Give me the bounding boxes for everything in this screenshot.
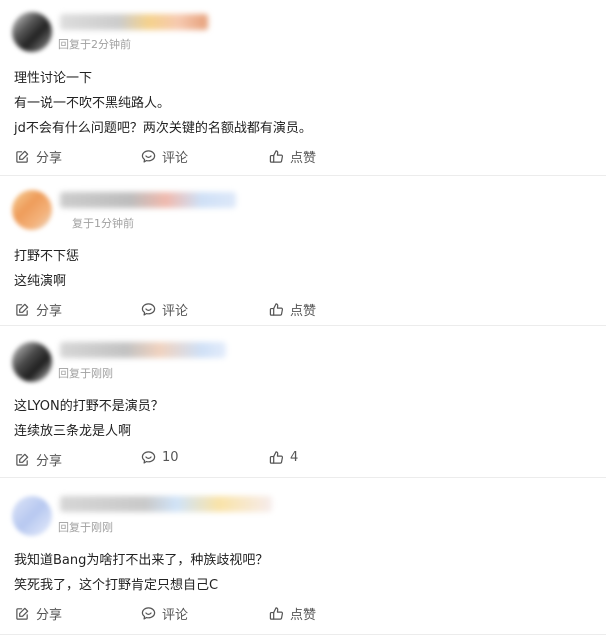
thumbs-up-icon <box>269 303 284 316</box>
comment-item: 回复于2分钟前 理性讨论一下 有一说一不吹不黑纯路人。 jd不会有什么问题吧？两… <box>0 0 606 176</box>
comment-item: 回复于刚刚 我知道Bang为啥打不出来了，种族歧视吧？ 笑死我了，这个打野肯定只… <box>0 478 606 635</box>
share-button[interactable]: 分享 <box>15 604 62 623</box>
comment-bubble-icon <box>141 150 156 163</box>
comment-bubble-icon <box>141 607 156 620</box>
comment-line: 打野不下惩 <box>14 249 80 264</box>
comment-count: 10 <box>162 450 179 465</box>
comment-line: 我知道Bang为啥打不出来了，种族歧视吧？ <box>14 553 269 568</box>
comment-line: 连续放三条龙是人啊 <box>14 424 132 439</box>
like-button[interactable]: 点赞 <box>269 604 316 623</box>
reply-timestamp: 回复于2分钟前 <box>58 38 131 51</box>
share-edit-icon <box>16 607 29 620</box>
avatar[interactable] <box>12 190 52 230</box>
reply-timestamp: 回复于刚刚 <box>58 367 113 380</box>
share-edit-icon <box>16 303 29 316</box>
reply-timestamp: 回复于刚刚 <box>58 521 113 534</box>
comment-line: 这纯演啊 <box>14 274 67 289</box>
comment-line: 理性讨论一下 <box>14 71 93 86</box>
username-blurred[interactable] <box>60 14 208 30</box>
comment-actions: 分享 评论 点赞 <box>12 147 596 167</box>
comment-header: 回复于2分钟前 <box>12 0 596 66</box>
comment-bubble-icon <box>141 451 156 464</box>
like-label: 点赞 <box>290 151 317 166</box>
share-button[interactable]: 分享 <box>15 450 62 469</box>
comment-bubble-icon <box>141 303 156 316</box>
like-label: 点赞 <box>290 608 317 623</box>
username-blurred[interactable] <box>60 342 226 358</box>
comment-item: 复于1分钟前 打野不下惩 这纯演啊 分享 评论 点赞 <box>0 176 606 326</box>
comment-body: 我知道Bang为啥打不出来了，种族歧视吧？ 笑死我了，这个打野肯定只想自己C <box>12 548 596 598</box>
avatar[interactable] <box>12 342 52 382</box>
thumbs-up-icon <box>269 451 284 464</box>
like-label: 点赞 <box>290 304 317 319</box>
share-edit-icon <box>16 150 29 163</box>
username-blurred[interactable] <box>60 496 272 512</box>
reply-timestamp: 复于1分钟前 <box>72 217 134 230</box>
comment-label: 评论 <box>162 304 189 319</box>
share-button[interactable]: 分享 <box>15 300 62 319</box>
comment-line: 有一说一不吹不黑纯路人。 <box>14 96 171 111</box>
comment-actions: 分享 评论 点赞 <box>12 300 596 320</box>
comment-line: 这LYON的打野不是演员？ <box>14 399 164 414</box>
share-label: 分享 <box>36 151 63 166</box>
comment-button[interactable]: 评论 <box>141 604 188 623</box>
share-label: 分享 <box>36 304 63 319</box>
comment-body: 理性讨论一下 有一说一不吹不黑纯路人。 jd不会有什么问题吧？两次关键的名额战都… <box>12 66 596 141</box>
comment-actions: 分享 评论 点赞 <box>12 604 596 624</box>
share-edit-icon <box>16 453 29 466</box>
thumbs-up-icon <box>269 607 284 620</box>
username-blurred[interactable] <box>60 192 236 208</box>
comment-button[interactable]: 评论 <box>141 147 188 166</box>
comment-feed: 回复于2分钟前 理性讨论一下 有一说一不吹不黑纯路人。 jd不会有什么问题吧？两… <box>0 0 606 635</box>
thumbs-up-icon <box>269 150 284 163</box>
comment-line: jd不会有什么问题吧？两次关键的名额战都有演员。 <box>14 121 312 136</box>
comment-header: 复于1分钟前 <box>12 176 596 244</box>
like-count: 4 <box>290 450 299 465</box>
comment-label: 评论 <box>162 151 189 166</box>
share-label: 分享 <box>36 454 63 469</box>
comment-button[interactable]: 评论 <box>141 300 188 319</box>
comment-body: 这LYON的打野不是演员？ 连续放三条龙是人啊 <box>12 394 596 444</box>
share-label: 分享 <box>36 608 63 623</box>
avatar[interactable] <box>12 496 52 536</box>
like-button[interactable]: 点赞 <box>269 147 316 166</box>
comment-item: 回复于刚刚 这LYON的打野不是演员？ 连续放三条龙是人啊 分享 10 4 <box>0 326 606 478</box>
comment-label: 评论 <box>162 608 189 623</box>
comment-header: 回复于刚刚 <box>12 478 596 548</box>
share-button[interactable]: 分享 <box>15 147 62 166</box>
comment-body: 打野不下惩 这纯演啊 <box>12 244 596 294</box>
avatar[interactable] <box>12 12 52 52</box>
comment-line: 笑死我了，这个打野肯定只想自己C <box>14 578 219 593</box>
comment-button[interactable]: 10 <box>141 450 179 465</box>
like-button[interactable]: 点赞 <box>269 300 316 319</box>
comment-actions: 分享 10 4 <box>12 450 596 470</box>
like-button[interactable]: 4 <box>269 450 298 465</box>
comment-header: 回复于刚刚 <box>12 326 596 394</box>
